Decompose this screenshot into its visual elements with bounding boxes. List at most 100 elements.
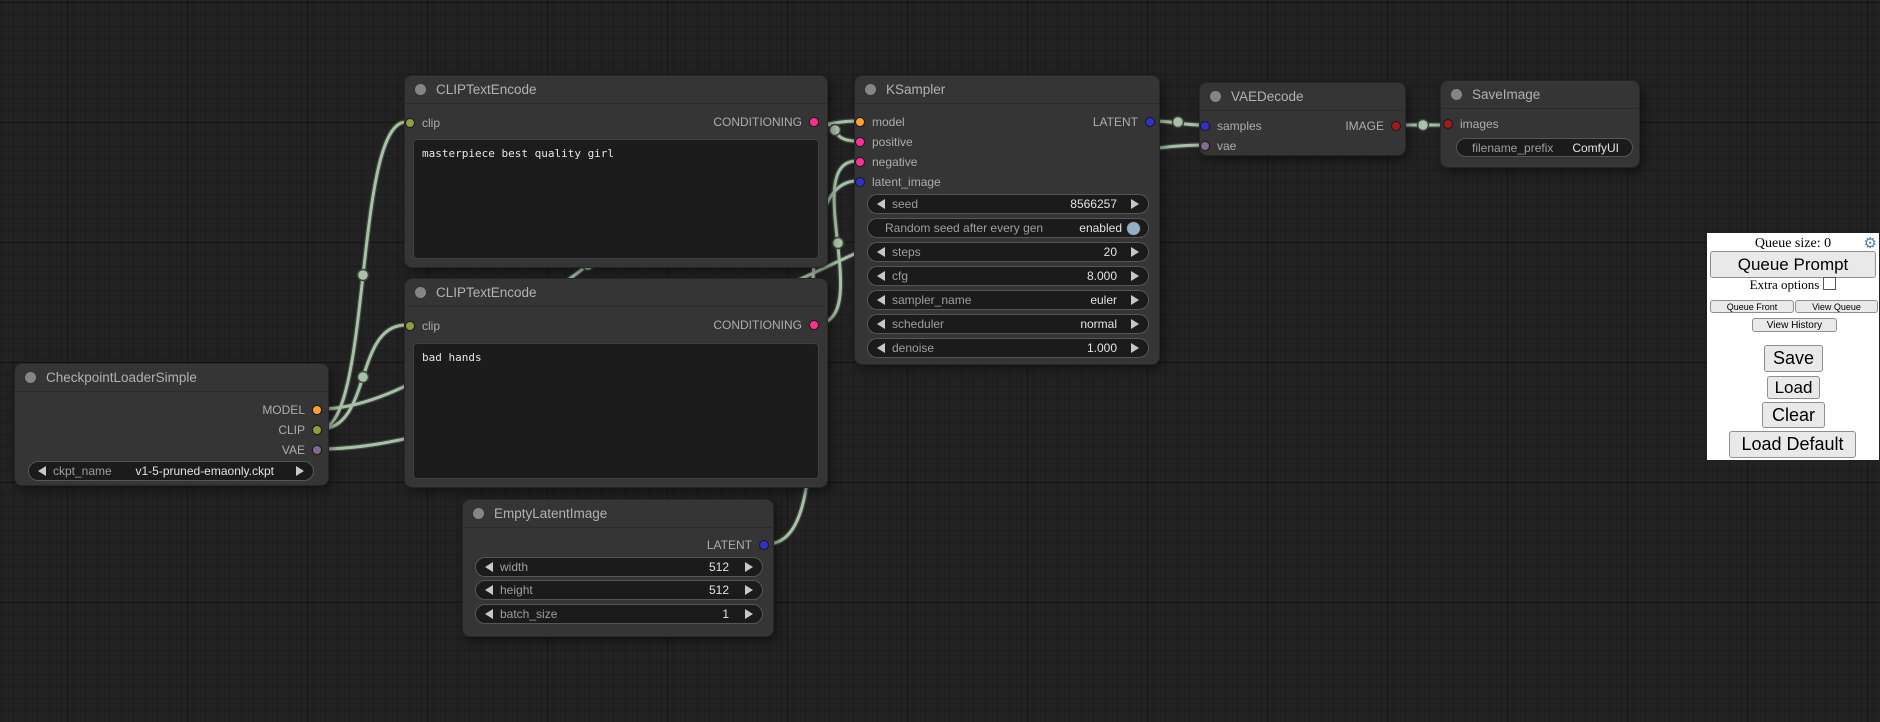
latent-port-dot[interactable]: [1145, 117, 1155, 127]
node-collapse-dot[interactable]: [25, 372, 36, 383]
conditioning-port-dot[interactable]: [855, 137, 865, 147]
height-widget[interactable]: height 512: [475, 580, 763, 600]
port-vae-input[interactable]: vae: [1200, 136, 1236, 156]
settings-gear-icon[interactable]: ⚙: [1864, 234, 1877, 252]
node-clip-text-encode-positive[interactable]: CLIPTextEncode clip CONDITIONING masterp…: [404, 75, 828, 268]
node-ksampler[interactable]: KSampler model positive negative latent_…: [854, 75, 1160, 365]
node-collapse-dot[interactable]: [415, 287, 426, 298]
node-title-bar[interactable]: KSampler: [855, 76, 1159, 104]
clip-port-dot[interactable]: [312, 425, 322, 435]
port-negative-input[interactable]: negative: [855, 152, 917, 172]
decrement-arrow-icon[interactable]: [485, 585, 493, 595]
random-seed-widget[interactable]: Random seed after every gen enabled: [867, 218, 1149, 238]
increment-arrow-icon[interactable]: [1131, 271, 1139, 281]
vae-port-dot[interactable]: [1200, 141, 1210, 151]
latent-port-dot[interactable]: [759, 540, 769, 550]
decrement-arrow-icon[interactable]: [485, 609, 493, 619]
node-collapse-dot[interactable]: [415, 84, 426, 95]
filename-prefix-widget[interactable]: filename_prefix ComfyUI: [1456, 138, 1633, 157]
decrement-arrow-icon[interactable]: [38, 466, 46, 476]
decrement-arrow-icon[interactable]: [877, 343, 885, 353]
clear-button[interactable]: Clear: [1762, 402, 1825, 428]
increment-arrow-icon[interactable]: [1131, 199, 1139, 209]
sampler-name-widget[interactable]: sampler_name euler: [867, 290, 1149, 310]
decrement-arrow-icon[interactable]: [877, 199, 885, 209]
link-midpoint-dot[interactable]: [1418, 120, 1429, 131]
link-midpoint-dot[interactable]: [833, 238, 844, 249]
port-latent-image-input[interactable]: latent_image: [855, 172, 941, 192]
port-vae-output[interactable]: VAE: [282, 440, 322, 460]
increment-arrow-icon[interactable]: [296, 466, 304, 476]
increment-arrow-icon[interactable]: [745, 562, 753, 572]
view-queue-button[interactable]: View Queue: [1795, 300, 1878, 313]
port-images-input[interactable]: images: [1443, 114, 1499, 134]
node-empty-latent-image[interactable]: EmptyLatentImage LATENT width 512 height…: [462, 499, 774, 637]
node-title-bar[interactable]: CheckpointLoaderSimple: [15, 364, 328, 392]
conditioning-port-dot[interactable]: [855, 157, 865, 167]
port-model-input[interactable]: model: [855, 112, 905, 132]
view-history-button[interactable]: View History: [1752, 318, 1837, 332]
batch-size-widget[interactable]: batch_size 1: [475, 604, 763, 624]
decrement-arrow-icon[interactable]: [877, 319, 885, 329]
decrement-arrow-icon[interactable]: [877, 271, 885, 281]
node-save-image[interactable]: SaveImage images filename_prefix ComfyUI: [1440, 80, 1640, 168]
comfyui-canvas[interactable]: { "app": "ComfyUI node graph", "colors":…: [0, 0, 1880, 722]
node-checkpoint-loader[interactable]: CheckpointLoaderSimple MODEL CLIP VAE ck…: [14, 363, 329, 486]
decrement-arrow-icon[interactable]: [485, 562, 493, 572]
link-midpoint-dot[interactable]: [1173, 117, 1184, 128]
node-title-bar[interactable]: EmptyLatentImage: [463, 500, 773, 528]
negative-prompt-textarea[interactable]: bad hands: [413, 343, 819, 479]
increment-arrow-icon[interactable]: [745, 609, 753, 619]
port-samples-input[interactable]: samples: [1200, 116, 1262, 136]
queue-front-button[interactable]: Queue Front: [1710, 300, 1794, 313]
random-seed-toggle[interactable]: [1126, 221, 1141, 236]
port-conditioning-output[interactable]: CONDITIONING: [713, 112, 819, 132]
load-default-button[interactable]: Load Default: [1729, 431, 1856, 458]
port-latent-output[interactable]: LATENT: [1093, 112, 1155, 132]
conditioning-port-dot[interactable]: [809, 320, 819, 330]
denoise-widget[interactable]: denoise 1.000: [867, 338, 1149, 358]
node-title-bar[interactable]: VAEDecode: [1200, 83, 1405, 111]
positive-prompt-textarea[interactable]: masterpiece best quality girl: [413, 139, 819, 259]
increment-arrow-icon[interactable]: [1131, 343, 1139, 353]
decrement-arrow-icon[interactable]: [877, 247, 885, 257]
model-port-dot[interactable]: [312, 405, 322, 415]
increment-arrow-icon[interactable]: [1131, 295, 1139, 305]
port-model-output[interactable]: MODEL: [262, 400, 322, 420]
image-port-dot[interactable]: [1391, 121, 1401, 131]
save-button[interactable]: Save: [1764, 345, 1823, 372]
load-button[interactable]: Load: [1767, 376, 1820, 399]
decrement-arrow-icon[interactable]: [877, 295, 885, 305]
steps-widget[interactable]: steps 20: [867, 242, 1149, 262]
node-title-bar[interactable]: CLIPTextEncode: [405, 76, 827, 104]
latent-port-dot[interactable]: [855, 177, 865, 187]
ckpt-name-widget[interactable]: ckpt_name v1-5-pruned-emaonly.ckpt: [28, 461, 314, 481]
node-title-bar[interactable]: CLIPTextEncode: [405, 279, 827, 307]
clip-port-dot[interactable]: [405, 118, 415, 128]
image-port-dot[interactable]: [1443, 119, 1453, 129]
queue-prompt-button[interactable]: Queue Prompt: [1710, 251, 1876, 278]
seed-widget[interactable]: seed 8566257: [867, 194, 1149, 214]
node-collapse-dot[interactable]: [473, 508, 484, 519]
vae-port-dot[interactable]: [312, 445, 322, 455]
link-midpoint-dot[interactable]: [358, 372, 369, 383]
port-image-output[interactable]: IMAGE: [1345, 116, 1401, 136]
latent-port-dot[interactable]: [1200, 121, 1210, 131]
node-vae-decode[interactable]: VAEDecode samples vae IMAGE: [1199, 82, 1406, 156]
conditioning-port-dot[interactable]: [809, 117, 819, 127]
link-midpoint-dot[interactable]: [830, 125, 841, 136]
node-title-bar[interactable]: SaveImage: [1441, 81, 1639, 109]
clip-port-dot[interactable]: [405, 321, 415, 331]
port-conditioning-output[interactable]: CONDITIONING: [713, 315, 819, 335]
extra-options-checkbox[interactable]: [1823, 277, 1836, 290]
node-clip-text-encode-negative[interactable]: CLIPTextEncode clip CONDITIONING bad han…: [404, 278, 828, 488]
cfg-widget[interactable]: cfg 8.000: [867, 266, 1149, 286]
node-collapse-dot[interactable]: [865, 84, 876, 95]
port-positive-input[interactable]: positive: [855, 132, 913, 152]
width-widget[interactable]: width 512: [475, 557, 763, 577]
increment-arrow-icon[interactable]: [745, 585, 753, 595]
increment-arrow-icon[interactable]: [1131, 319, 1139, 329]
increment-arrow-icon[interactable]: [1131, 247, 1139, 257]
port-clip-input[interactable]: clip: [405, 316, 440, 336]
link-midpoint-dot[interactable]: [358, 270, 369, 281]
